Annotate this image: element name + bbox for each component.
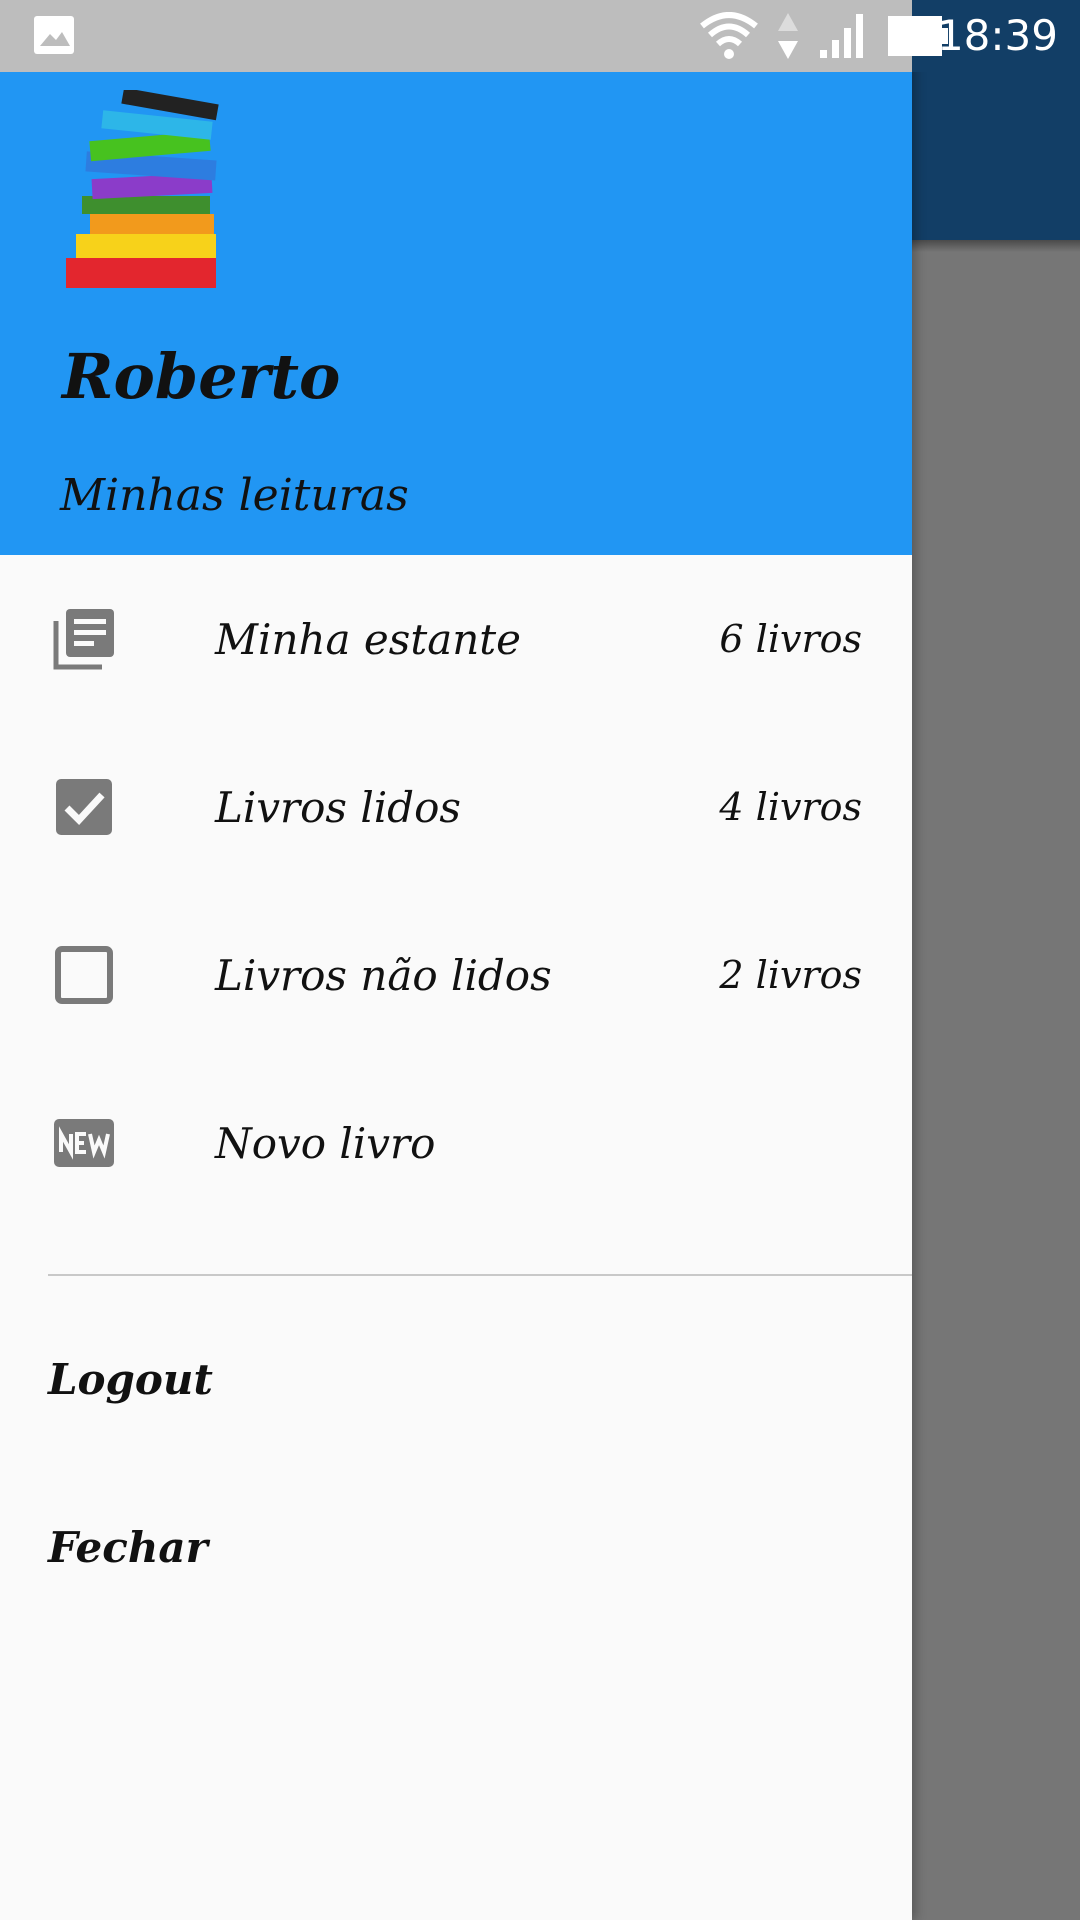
wifi-icon [700, 12, 758, 59]
user-name: Roberto [62, 340, 341, 413]
data-arrows-icon [778, 13, 798, 59]
image-icon [34, 16, 74, 54]
menu-item-livros-lidos[interactable]: Livros lidos 4 livros [0, 723, 912, 891]
books-stack-icon [62, 87, 272, 300]
checkbox-checked-icon [52, 775, 116, 839]
checkbox-empty-icon [52, 943, 116, 1007]
menu-count: 4 livros [719, 785, 862, 829]
status-icons [700, 10, 950, 62]
menu-divider [48, 1274, 912, 1276]
drawer-menu: Minha estante 6 livros Livros lidos 4 li… [0, 555, 912, 1227]
navigation-drawer: Roberto Minhas leituras Minha estante 6 … [0, 0, 912, 1920]
menu-label: Minha estante [215, 614, 522, 664]
library-books-icon [52, 607, 116, 671]
menu-count: 6 livros [719, 617, 862, 661]
menu-item-novo-livro[interactable]: Novo livro [0, 1059, 912, 1227]
close-drawer-button[interactable]: Fechar [48, 1523, 208, 1572]
menu-item-livros-nao-lidos[interactable]: Livros não lidos 2 livros [0, 891, 912, 1059]
menu-label: Livros não lidos [215, 950, 552, 1000]
logout-button[interactable]: Logout [48, 1355, 213, 1404]
signal-icon [820, 14, 863, 58]
menu-label: Livros lidos [215, 782, 461, 832]
menu-label: Novo livro [215, 1118, 436, 1168]
status-bar: 18:39 [0, 0, 1080, 72]
menu-item-minha-estante[interactable]: Minha estante 6 livros [0, 555, 912, 723]
new-badge-icon [52, 1111, 116, 1175]
drawer-subtitle: Minhas leituras [60, 470, 409, 521]
status-time: 18:39 [936, 11, 1058, 60]
menu-count: 2 livros [719, 953, 862, 997]
